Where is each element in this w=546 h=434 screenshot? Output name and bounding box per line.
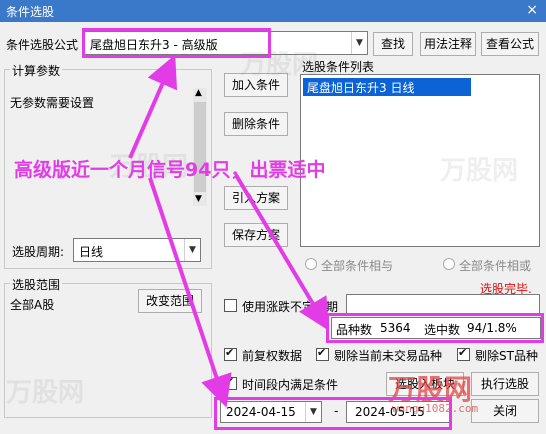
- arrow-to-formula: [128, 54, 178, 159]
- annotation-text: 高级版近一个月信号94只，出票适中: [14, 159, 326, 181]
- annotation-arrows: [128, 54, 330, 408]
- arrow-to-stats: [234, 173, 330, 331]
- arrow-to-dates: [148, 177, 232, 408]
